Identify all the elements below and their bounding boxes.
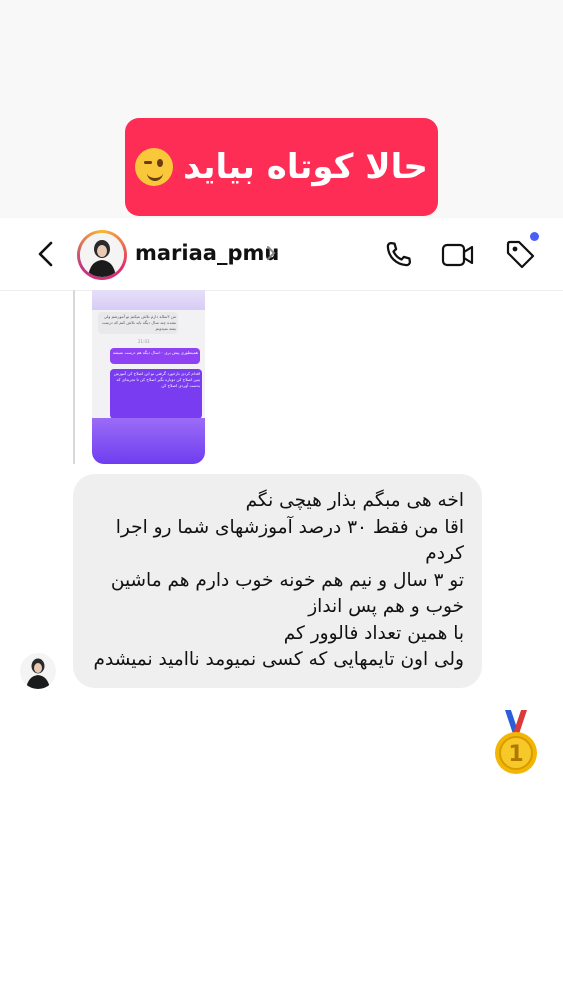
notification-dot bbox=[530, 232, 539, 241]
tag-icon[interactable] bbox=[504, 238, 536, 270]
winking-face-icon bbox=[135, 148, 174, 186]
reply-screenshot-preview[interactable]: من ۳ساله دارم تلاش میکنم تو آموزشم ولی ن… bbox=[92, 290, 205, 464]
username[interactable]: mariaa_pmu bbox=[135, 241, 279, 265]
phone-icon[interactable] bbox=[383, 240, 413, 270]
banner-title: حالا کوتاه بیاید bbox=[183, 147, 428, 187]
preview-grey-bubble: من ۳ساله دارم تلاش میکنم تو آموزشم ولی ن… bbox=[98, 312, 178, 334]
preview-purple-bubble: اقدام کردی بازخورد گرفتی تو این اصلاح کن… bbox=[110, 369, 202, 419]
medal-label: 1 bbox=[508, 742, 523, 767]
reply-indicator-line bbox=[73, 290, 75, 464]
message-text: اخه هی مبگم بذار هیچی نگم اقا من فقط ۳۰ … bbox=[93, 490, 464, 670]
back-icon[interactable] bbox=[33, 240, 61, 268]
title-banner: حالا کوتاه بیاید bbox=[125, 118, 438, 216]
chevron-right-icon[interactable] bbox=[266, 245, 276, 261]
preview-time: 21:03 bbox=[138, 339, 150, 344]
preview-purple-bubble: همینطوری پیش بری ۱۰سال دیگه هم درست نمیش… bbox=[110, 348, 200, 364]
video-icon[interactable] bbox=[441, 240, 475, 270]
chat-header: mariaa_pmu bbox=[0, 218, 563, 291]
sender-avatar[interactable] bbox=[20, 653, 56, 689]
gold-medal-icon: 1 bbox=[493, 708, 539, 782]
message-bubble[interactable]: اخه هی مبگم بذار هیچی نگم اقا من فقط ۳۰ … bbox=[73, 474, 482, 688]
avatar[interactable] bbox=[77, 230, 127, 280]
